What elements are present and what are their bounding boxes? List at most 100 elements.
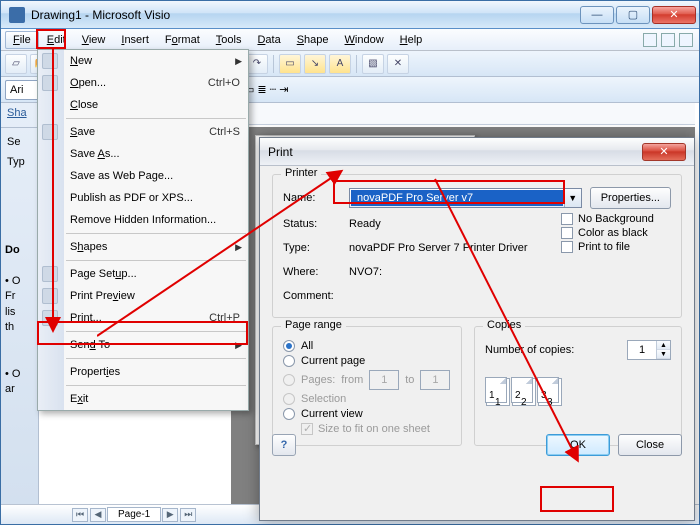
- menu-exit[interactable]: Exit: [38, 388, 248, 410]
- text-tool-icon[interactable]: A: [329, 54, 351, 74]
- no-background-checkbox[interactable]: No Background: [561, 213, 671, 225]
- copies-spinner[interactable]: ▲▼: [627, 340, 671, 360]
- mdi-minimize-icon[interactable]: [643, 33, 657, 47]
- redo-icon[interactable]: ↷: [246, 54, 268, 74]
- menu-print-preview[interactable]: Print Preview: [38, 285, 248, 307]
- annotation-ok: [540, 486, 614, 512]
- maximize-button[interactable]: ▢: [616, 6, 650, 24]
- pages-to-input: [420, 370, 450, 390]
- menu-format[interactable]: Format: [157, 31, 208, 49]
- print-to-file-checkbox[interactable]: Print to file: [561, 241, 671, 253]
- close-button[interactable]: ✕: [652, 6, 696, 24]
- menu-open[interactable]: Open...Ctrl+O: [38, 72, 248, 94]
- file-menu-dropdown: New▶ Open...Ctrl+O Close SaveCtrl+S Save…: [37, 49, 249, 411]
- app-icon: [9, 7, 25, 23]
- open-folder-icon: [42, 75, 58, 91]
- menu-close[interactable]: Close: [38, 94, 248, 116]
- page-setup-icon: [42, 266, 58, 282]
- type-label: Typ: [1, 152, 38, 172]
- current-page-radio[interactable]: Current page: [283, 355, 451, 367]
- menu-properties[interactable]: Properties: [38, 361, 248, 383]
- print-dialog-titlebar: Print ✕: [260, 138, 694, 166]
- side-text-2: • O ar: [5, 367, 20, 398]
- horizontal-ruler: [231, 103, 695, 125]
- ok-button[interactable]: OK: [546, 434, 610, 456]
- printer-group-title: Printer: [281, 167, 321, 179]
- mdi-restore-icon[interactable]: [661, 33, 675, 47]
- menu-shape[interactable]: Shape: [289, 31, 337, 49]
- printer-name-combo[interactable]: novaPDF Pro Server v7 ▼: [349, 188, 582, 208]
- page-range-title: Page range: [281, 319, 346, 331]
- menu-save[interactable]: SaveCtrl+S: [38, 121, 248, 143]
- connection-icon[interactable]: ✕: [387, 54, 409, 74]
- print-dialog-title: Print: [268, 145, 293, 159]
- mdi-close-icon[interactable]: [679, 33, 693, 47]
- status-value: Ready: [349, 218, 381, 230]
- page-next-icon[interactable]: ▶: [162, 508, 178, 522]
- print-preview-icon: [42, 288, 58, 304]
- menu-remove-hidden[interactable]: Remove Hidden Information...: [38, 209, 248, 231]
- menu-print[interactable]: Print...Ctrl+P: [38, 307, 248, 329]
- menu-new[interactable]: New▶: [38, 50, 248, 72]
- copies-group: Copies Number of copies: ▲▼ 11 22 33: [474, 326, 682, 446]
- menu-saveas[interactable]: Save As...: [38, 143, 248, 165]
- menu-tools[interactable]: Tools: [208, 31, 250, 49]
- menu-help[interactable]: Help: [392, 31, 431, 49]
- menu-save-web[interactable]: Save as Web Page...: [38, 165, 248, 187]
- menu-page-setup[interactable]: Page Setup...: [38, 263, 248, 285]
- help-button[interactable]: ?: [272, 434, 296, 456]
- page-last-icon[interactable]: ⏭: [180, 508, 196, 522]
- type-label: Type:: [283, 242, 349, 254]
- line-weight-icon[interactable]: ≣: [257, 83, 266, 96]
- pages-from-input: [369, 370, 399, 390]
- menu-file[interactable]: File: [5, 31, 39, 49]
- side-text-1: Do • O Fr lis th: [5, 243, 20, 335]
- connector-tool-icon[interactable]: ↘: [304, 54, 326, 74]
- line-pattern-icon[interactable]: ┄: [270, 83, 277, 96]
- new-icon[interactable]: ▱: [5, 54, 27, 74]
- menu-insert[interactable]: Insert: [113, 31, 157, 49]
- new-doc-icon: [42, 53, 58, 69]
- pointer-tool-icon[interactable]: ▭: [279, 54, 301, 74]
- menu-shapes[interactable]: Shapes▶: [38, 236, 248, 258]
- where-value: NVO7:: [349, 266, 382, 278]
- num-copies-label: Number of copies:: [485, 344, 627, 356]
- titlebar: Drawing1 - Microsoft Visio — ▢ ✕: [1, 1, 699, 29]
- copies-title: Copies: [483, 319, 525, 331]
- color-as-black-checkbox[interactable]: Color as black: [561, 227, 671, 239]
- name-label: Name:: [283, 192, 349, 204]
- page-prev-icon[interactable]: ◀: [90, 508, 106, 522]
- menu-view[interactable]: View: [74, 31, 114, 49]
- menu-data[interactable]: Data: [249, 31, 288, 49]
- menu-publish-pdf[interactable]: Publish as PDF or XPS...: [38, 187, 248, 209]
- menu-send-to[interactable]: Send To▶: [38, 334, 248, 356]
- current-view-radio[interactable]: Current view: [283, 408, 451, 420]
- print-dialog-close-button[interactable]: ✕: [642, 143, 686, 161]
- shapes-tab[interactable]: Sha: [1, 103, 38, 123]
- page-tab[interactable]: Page-1: [107, 507, 161, 522]
- printer-group: Printer Name: novaPDF Pro Server v7 ▼ Pr…: [272, 174, 682, 318]
- save-disk-icon: [42, 124, 58, 140]
- comment-label: Comment:: [283, 290, 349, 302]
- printer-icon: [42, 310, 58, 326]
- visio-main-window: Drawing1 - Microsoft Visio — ▢ ✕ File Ed…: [0, 0, 700, 525]
- collate-preview: 11 22 33: [485, 377, 671, 403]
- print-dialog: Print ✕ Printer Name: novaPDF Pro Server…: [259, 137, 695, 521]
- selection-radio: Selection: [283, 393, 451, 405]
- search-label: Se: [1, 132, 38, 152]
- printer-name-value: novaPDF Pro Server v7: [351, 190, 563, 206]
- page-range-group: Page range All Current page Pages: from …: [272, 326, 462, 446]
- all-radio[interactable]: All: [283, 340, 451, 352]
- window-title: Drawing1 - Microsoft Visio: [31, 8, 579, 22]
- minimize-button[interactable]: —: [580, 6, 614, 24]
- menu-edit[interactable]: Edit: [39, 31, 74, 49]
- where-label: Where:: [283, 266, 349, 278]
- menu-window[interactable]: Window: [337, 31, 392, 49]
- shapes-icon[interactable]: ▧: [362, 54, 384, 74]
- properties-button[interactable]: Properties...: [590, 187, 671, 209]
- menubar: File Edit View Insert Format Tools Data …: [1, 29, 699, 51]
- line-ends-icon[interactable]: ⇥: [279, 83, 288, 96]
- close-dialog-button[interactable]: Close: [618, 434, 682, 456]
- page-first-icon[interactable]: ⏮: [72, 508, 88, 522]
- chevron-down-icon[interactable]: ▼: [564, 189, 581, 207]
